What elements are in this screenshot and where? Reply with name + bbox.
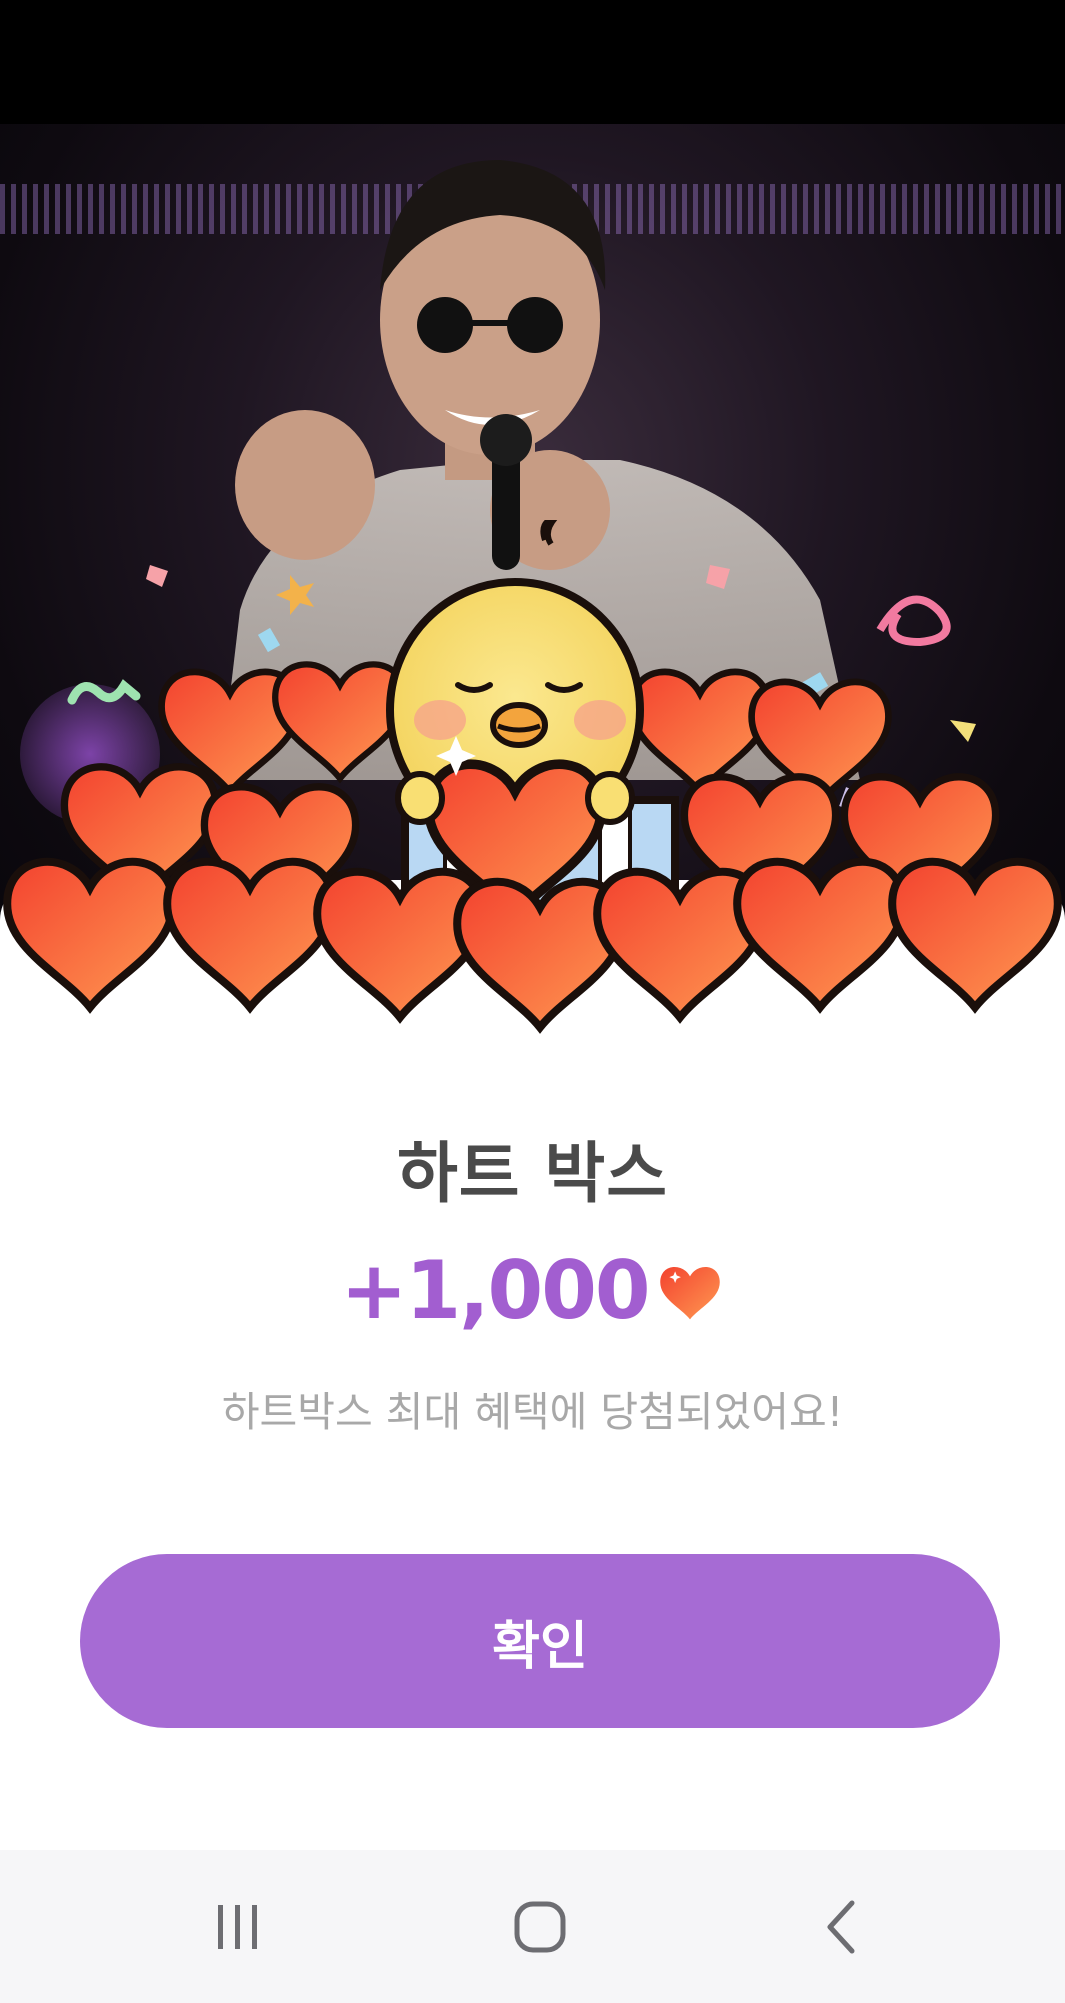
home-button[interactable] xyxy=(440,1850,640,2003)
reward-amount-row: +1,000 xyxy=(0,1240,1065,1340)
reward-message: 하트박스 최대 혜택에 당첨되었어요! xyxy=(221,1388,844,1436)
heart-icon xyxy=(659,1267,720,1320)
heart-box-illustration xyxy=(0,520,1065,1040)
recents-button[interactable] xyxy=(138,1850,338,2003)
confirm-button[interactable]: 확인 xyxy=(80,1554,1000,1728)
reward-amount: +1,000 xyxy=(340,1243,650,1337)
home-icon xyxy=(514,1901,566,1952)
recents-icon xyxy=(218,1904,257,1949)
system-navigation-bar xyxy=(0,1850,1065,2003)
reward-title: 하트 박스 xyxy=(397,1135,668,1212)
back-icon xyxy=(827,1900,855,1953)
status-bar xyxy=(0,0,1065,124)
back-button[interactable] xyxy=(742,1850,942,2003)
